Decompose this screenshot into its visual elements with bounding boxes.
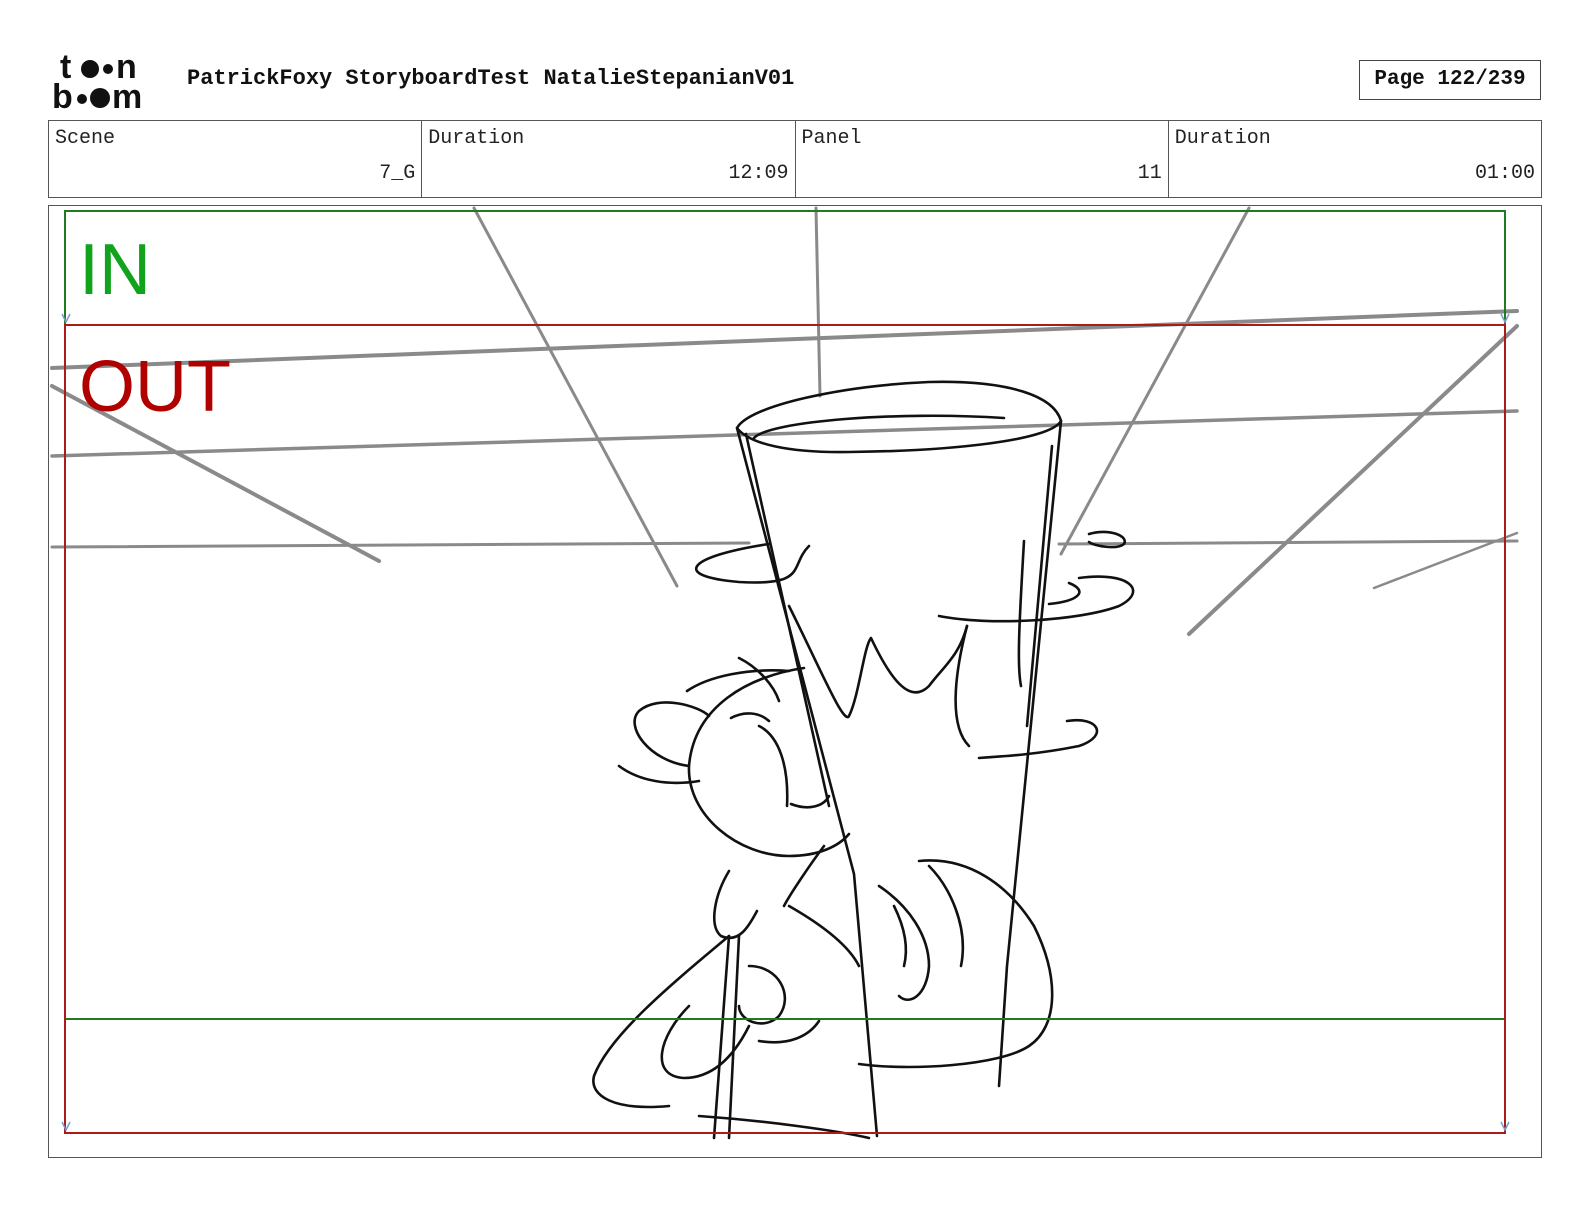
panel-label: Panel xyxy=(801,127,862,150)
scene-cell: Scene 7_G xyxy=(49,121,423,197)
scene-duration-label: Duration xyxy=(428,127,525,150)
scene-duration-value: 12:09 xyxy=(728,162,789,185)
scene-value: 7_G xyxy=(379,162,416,185)
svg-text:b: b xyxy=(52,78,73,112)
storyboard-panel: IN OUT xyxy=(48,205,1542,1158)
panel-duration-label: Duration xyxy=(1174,127,1271,150)
info-table: Scene 7_G Duration 12:09 Panel 11 Durati… xyxy=(48,120,1542,198)
out-frame-label: OUT xyxy=(79,347,231,427)
panel-duration-cell: Duration 01:00 xyxy=(1169,121,1541,197)
in-frame-label: IN xyxy=(79,230,151,310)
panel-cell: Panel 11 xyxy=(796,121,1169,197)
toon-boom-logo: t n b m xyxy=(52,48,164,116)
panel-duration-value: 01:00 xyxy=(1474,162,1535,185)
document-title: PatrickFoxy StoryboardTest NatalieStepan… xyxy=(187,66,795,91)
page-indicator: Page 122/239 xyxy=(1359,60,1541,100)
svg-text:m: m xyxy=(112,78,142,112)
panel-value: 11 xyxy=(1137,162,1162,185)
scene-duration-cell: Duration 12:09 xyxy=(422,121,796,197)
scene-label: Scene xyxy=(55,127,116,150)
panel-sketch xyxy=(50,206,1519,1140)
